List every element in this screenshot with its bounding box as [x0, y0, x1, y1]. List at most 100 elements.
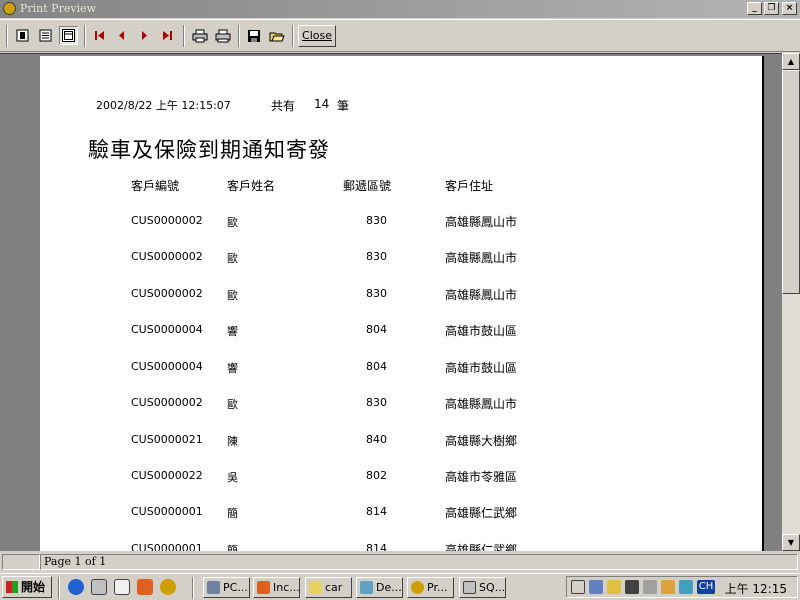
language-indicator[interactable]: CH: [697, 580, 715, 594]
network-icon[interactable]: [91, 579, 107, 595]
toolbar-separator: [292, 25, 294, 47]
postal-code: 814: [366, 542, 387, 551]
windows-flag-icon: [6, 581, 18, 593]
vertical-scrollbar[interactable]: ▲ ▼: [782, 53, 800, 551]
display-icon[interactable]: [625, 580, 639, 594]
toolbar-separator: [84, 25, 86, 47]
open-button[interactable]: [267, 26, 286, 45]
customer-id: CUS0000001: [131, 542, 203, 551]
clock[interactable]: 上午 12:15: [725, 580, 787, 597]
report-page: 2002/8/22 上午 12:15:07 共有 14 筆 驗車及保險到期通知寄…: [40, 56, 764, 551]
network-status-icon[interactable]: [589, 580, 603, 594]
print-setup-icon: [192, 29, 207, 42]
customer-id: CUS0000004: [131, 360, 203, 373]
internet-explorer-icon[interactable]: [68, 579, 84, 595]
printer-icon: [215, 29, 230, 42]
customer-name: 陳: [227, 435, 238, 448]
customer-id: CUS0000002: [131, 396, 203, 409]
show-desktop-icon[interactable]: [114, 579, 130, 595]
column-header: 客戶編號: [131, 179, 180, 193]
status-panel-empty: [2, 554, 40, 570]
postal-code: 802: [366, 469, 387, 482]
save-button[interactable]: [244, 26, 263, 45]
toolbar-separator: [6, 25, 8, 47]
previous-page-button[interactable]: [112, 26, 131, 45]
next-page-button[interactable]: [135, 26, 154, 45]
taskbar-item-sql[interactable]: SQ...: [459, 577, 506, 598]
app-launcher-icon[interactable]: [160, 579, 176, 595]
total-count: 14: [314, 97, 330, 111]
customer-address: 高雄縣鳳山市: [445, 397, 518, 411]
system-tray: CH 上午 12:15: [566, 576, 798, 598]
print-preview-app-icon: [411, 581, 424, 594]
taskbar-item-car-folder[interactable]: car: [305, 577, 352, 598]
print-setup-button[interactable]: [190, 26, 209, 45]
page-width-icon: [39, 29, 52, 42]
task-label: Pr...: [427, 581, 448, 594]
scroll-up-arrow-icon[interactable]: ▲: [782, 53, 800, 70]
designer-icon: [360, 581, 373, 594]
customer-id: CUS0000002: [131, 287, 203, 300]
preview-area[interactable]: 2002/8/22 上午 12:15:07 共有 14 筆 驗車及保險到期通知寄…: [0, 53, 782, 551]
minimize-button[interactable]: _: [747, 2, 762, 15]
next-page-icon: [142, 31, 147, 40]
first-page-button[interactable]: [90, 26, 109, 45]
customer-id: CUS0000001: [131, 505, 203, 518]
close-button[interactable]: Close: [298, 25, 336, 47]
first-page-icon: [95, 31, 104, 40]
scroll-thumb[interactable]: [782, 70, 800, 294]
customer-id: CUS0000004: [131, 323, 203, 336]
view-full-page-button[interactable]: [59, 26, 78, 45]
customer-id: CUS0000022: [131, 469, 203, 482]
taskbar-separator: [192, 577, 194, 599]
scroll-down-arrow-icon[interactable]: ▼: [782, 534, 800, 551]
customer-address: 高雄縣仁武鄉: [445, 543, 518, 551]
print-button[interactable]: [213, 26, 232, 45]
column-header: 客戶住址: [445, 179, 494, 193]
taskbar-item-print-preview[interactable]: Pr...: [407, 577, 454, 598]
customer-name: 響: [227, 325, 238, 338]
start-button[interactable]: 開始: [2, 576, 52, 598]
restore-button[interactable]: ❐: [764, 2, 779, 15]
taskbar-item-inbox[interactable]: Inc...: [253, 577, 300, 598]
sql-icon: [463, 581, 476, 594]
customer-name: 簡: [227, 507, 238, 520]
postal-code: 830: [366, 287, 387, 300]
customer-id: CUS0000021: [131, 433, 203, 446]
keyboard-icon[interactable]: [643, 580, 657, 594]
view-page-width-button[interactable]: [36, 26, 55, 45]
taskbar-separator: [58, 577, 60, 599]
customer-address: 高雄縣鳳山市: [445, 288, 518, 302]
volume-icon[interactable]: [571, 580, 585, 594]
customer-address: 高雄縣仁武鄉: [445, 506, 518, 520]
messenger-icon[interactable]: [661, 580, 675, 594]
taskbar: 開始 PC... Inc... car De... Pr... SQ... CH: [0, 573, 800, 600]
pc-app-icon: [207, 581, 220, 594]
customer-name: 歐: [227, 289, 238, 302]
postal-code: 840: [366, 433, 387, 446]
taskbar-item-pc[interactable]: PC...: [203, 577, 250, 598]
customer-name: 簡: [227, 544, 238, 551]
close-window-button[interactable]: ×: [782, 2, 797, 15]
last-page-button[interactable]: [158, 26, 177, 45]
pen-icon[interactable]: [607, 580, 621, 594]
open-folder-icon: [269, 32, 285, 41]
customer-address: 高雄市鼓山區: [445, 324, 518, 338]
outlook-express-icon[interactable]: [137, 579, 153, 595]
task-label: De...: [376, 581, 402, 594]
customer-address: 高雄市鼓山區: [445, 361, 518, 375]
full-page-icon: [62, 29, 75, 42]
task-label: car: [325, 581, 343, 594]
view-single-page-button[interactable]: [13, 26, 32, 45]
taskbar-item-designer[interactable]: De...: [356, 577, 403, 598]
customer-name: 歐: [227, 398, 238, 411]
column-header: 郵遞區號: [343, 179, 392, 193]
window-title-bar[interactable]: Print Preview _ ❐ ×: [0, 0, 800, 18]
floppy-disk-icon: [247, 29, 260, 42]
start-label: 開始: [21, 580, 46, 594]
customer-id: CUS0000002: [131, 214, 203, 227]
window-title: Print Preview: [20, 2, 97, 15]
customer-address: 高雄縣鳳山市: [445, 251, 518, 265]
customer-address: 高雄市苓雅區: [445, 470, 518, 484]
computer-icon[interactable]: [679, 580, 693, 594]
